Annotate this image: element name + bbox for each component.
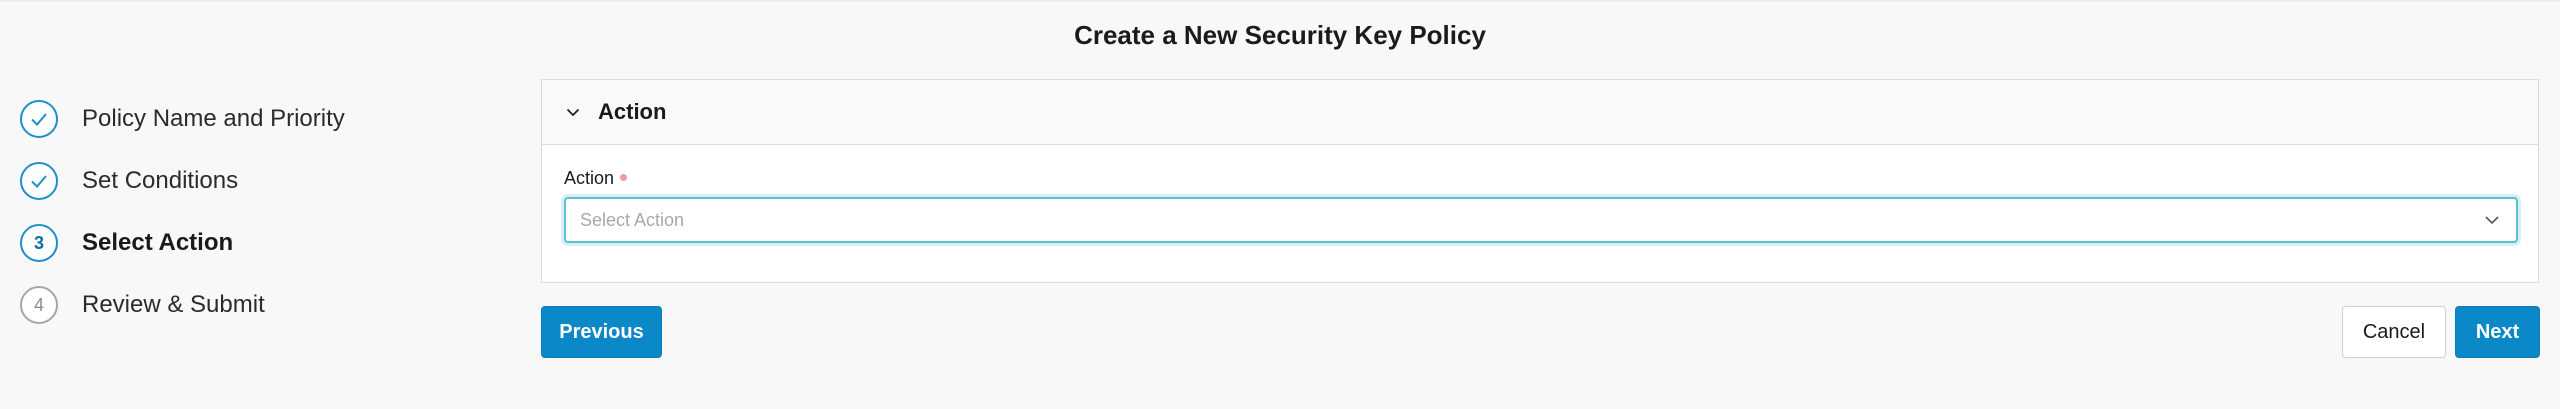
step-completed-marker	[20, 100, 58, 138]
action-select[interactable]: Select Action	[564, 197, 2518, 243]
action-panel-header[interactable]: Action	[542, 80, 2538, 145]
page-title: Create a New Security Key Policy	[1074, 20, 1486, 50]
step-label: Select Action	[82, 229, 234, 256]
step-number-marker: 4	[20, 286, 58, 324]
step-review-submit[interactable]: 4 Review & Submit	[20, 274, 500, 336]
step-set-conditions[interactable]: Set Conditions	[20, 150, 500, 212]
select-placeholder: Select Action	[580, 209, 685, 230]
chevron-down-icon	[2485, 216, 2499, 225]
chevron-down-icon[interactable]	[562, 101, 584, 123]
step-label: Set Conditions	[82, 167, 239, 194]
check-icon	[31, 113, 47, 126]
step-label: Review & Submit	[82, 291, 265, 318]
next-button[interactable]: Next	[2455, 306, 2540, 358]
check-icon	[31, 175, 47, 188]
step-label: Policy Name and Priority	[82, 105, 345, 132]
action-panel: Action Action Select Action	[541, 79, 2539, 283]
step-completed-marker	[20, 162, 58, 200]
step-policy-name[interactable]: Policy Name and Priority	[20, 88, 500, 150]
step-number-marker: 3	[20, 224, 58, 262]
cancel-button[interactable]: Cancel	[2342, 306, 2446, 358]
panel-title: Action	[598, 99, 667, 124]
field-label-text: Action	[564, 168, 615, 188]
step-select-action[interactable]: 3 Select Action	[20, 212, 500, 274]
action-field-label: Action	[564, 168, 628, 189]
required-indicator	[620, 173, 628, 181]
top-border	[0, 0, 2560, 2]
previous-button[interactable]: Previous	[541, 306, 662, 358]
wizard-stepper: Policy Name and Priority Set Conditions …	[20, 88, 500, 336]
